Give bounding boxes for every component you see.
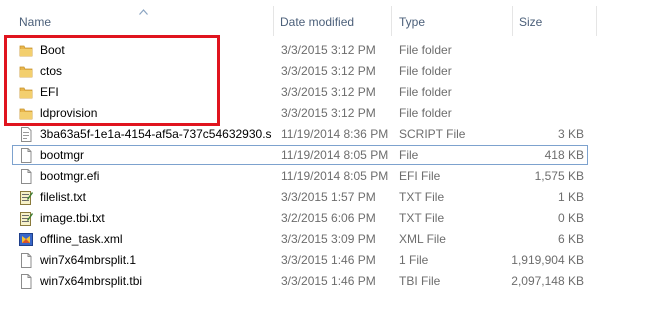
column-header-type[interactable]: Type [399, 15, 425, 29]
column-header-date[interactable]: Date modified [280, 15, 354, 29]
file-row[interactable]: win7x64mbrsplit.1 3/3/2015 1:46 PM 1 File 1… [12, 250, 588, 270]
file-size: 0 KB [557, 211, 584, 225]
file-type: File folder [399, 106, 452, 120]
file-name: win7x64mbrsplit.1 [40, 253, 137, 267]
file-name: bootmgr [40, 148, 85, 162]
file-type: File folder [399, 85, 452, 99]
file-date-modified: 3/3/2015 3:12 PM [281, 43, 376, 57]
column-divider[interactable] [391, 6, 392, 36]
file-name: image.tbi.txt [40, 211, 105, 225]
file-name: EFI [40, 85, 59, 99]
file-size: 418 KB [544, 148, 584, 162]
file-name: 3ba63a5f-1e1a-4154-af5a-737c54632930.s..… [40, 127, 272, 141]
script-file-icon [19, 127, 33, 142]
file-name: ctos [40, 64, 63, 78]
file-size: 6 KB [557, 232, 584, 246]
file-name: Boot [40, 43, 65, 57]
column-divider[interactable] [596, 6, 597, 36]
file-type: File [399, 148, 419, 162]
file-size: 1 KB [557, 190, 584, 204]
text-file-icon [19, 190, 33, 205]
file-name: filelist.txt [40, 190, 87, 204]
file-date-modified: 11/19/2014 8:05 PM [281, 169, 389, 183]
xml-file-icon [19, 232, 33, 247]
file-row[interactable]: EFI 3/3/2015 3:12 PM File folder [12, 82, 588, 102]
file-date-modified: 11/19/2014 8:05 PM [281, 148, 389, 162]
file-date-modified: 3/3/2015 3:12 PM [281, 64, 376, 78]
file-size: 1,575 KB [534, 169, 584, 183]
file-type: EFI File [399, 169, 441, 183]
file-row[interactable]: bootmgr 11/19/2014 8:05 PM File 418 KB [12, 145, 588, 165]
column-header-size[interactable]: Size [519, 15, 542, 29]
folder-icon [19, 106, 33, 121]
file-icon [19, 253, 33, 268]
file-name: offline_task.xml [40, 232, 123, 246]
file-name: bootmgr.efi [40, 169, 100, 183]
file-type: TXT File [399, 190, 445, 204]
file-size: 1,919,904 KB [511, 253, 584, 267]
file-date-modified: 3/2/2015 6:06 PM [281, 211, 376, 225]
folder-icon [19, 43, 33, 58]
file-size: 2,097,148 KB [511, 274, 584, 288]
file-type: SCRIPT File [399, 127, 466, 141]
file-icon [19, 274, 33, 289]
file-type: File folder [399, 43, 452, 57]
file-type: XML File [399, 232, 446, 246]
file-type: File folder [399, 64, 452, 78]
file-date-modified: 3/3/2015 3:09 PM [281, 232, 376, 246]
file-row[interactable]: ldprovision 3/3/2015 3:12 PM File folder [12, 103, 588, 123]
column-header-bar: Name Date modified Type Size [0, 0, 654, 37]
file-size: 3 KB [557, 127, 584, 141]
file-row[interactable]: image.tbi.txt 3/2/2015 6:06 PM TXT File 0 K… [12, 208, 588, 228]
file-name: win7x64mbrsplit.tbi [40, 274, 143, 288]
file-row[interactable]: 3ba63a5f-1e1a-4154-af5a-737c54632930.s..… [12, 124, 588, 144]
folder-icon [19, 64, 33, 79]
file-date-modified: 3/3/2015 1:57 PM [281, 190, 376, 204]
column-divider[interactable] [512, 6, 513, 36]
sort-ascending-icon [139, 9, 148, 15]
file-row[interactable]: filelist.txt 3/3/2015 1:57 PM TXT File 1 KB [12, 187, 588, 207]
file-name: ldprovision [40, 106, 98, 120]
file-icon [19, 148, 33, 163]
file-date-modified: 3/3/2015 1:46 PM [281, 253, 376, 267]
file-row[interactable]: bootmgr.efi 11/19/2014 8:05 PM EFI File 1,5… [12, 166, 588, 186]
column-divider[interactable] [273, 6, 274, 36]
file-date-modified: 3/3/2015 3:12 PM [281, 85, 376, 99]
file-date-modified: 3/3/2015 3:12 PM [281, 106, 376, 120]
file-row[interactable]: offline_task.xml 3/3/2015 3:09 PM XML File… [12, 229, 588, 249]
column-header-name[interactable]: Name [19, 15, 51, 29]
file-date-modified: 11/19/2014 8:36 PM [281, 127, 389, 141]
text-file-icon [19, 211, 33, 226]
file-type: TBI File [399, 274, 441, 288]
folder-icon [19, 85, 33, 100]
file-row[interactable]: Boot 3/3/2015 3:12 PM File folder [12, 40, 588, 60]
file-row[interactable]: win7x64mbrsplit.tbi 3/3/2015 1:46 PM TBI F… [12, 271, 588, 291]
file-type: 1 File [399, 253, 429, 267]
file-date-modified: 3/3/2015 1:46 PM [281, 274, 376, 288]
file-icon [19, 169, 33, 184]
file-type: TXT File [399, 211, 445, 225]
file-row[interactable]: ctos 3/3/2015 3:12 PM File folder [12, 61, 588, 81]
